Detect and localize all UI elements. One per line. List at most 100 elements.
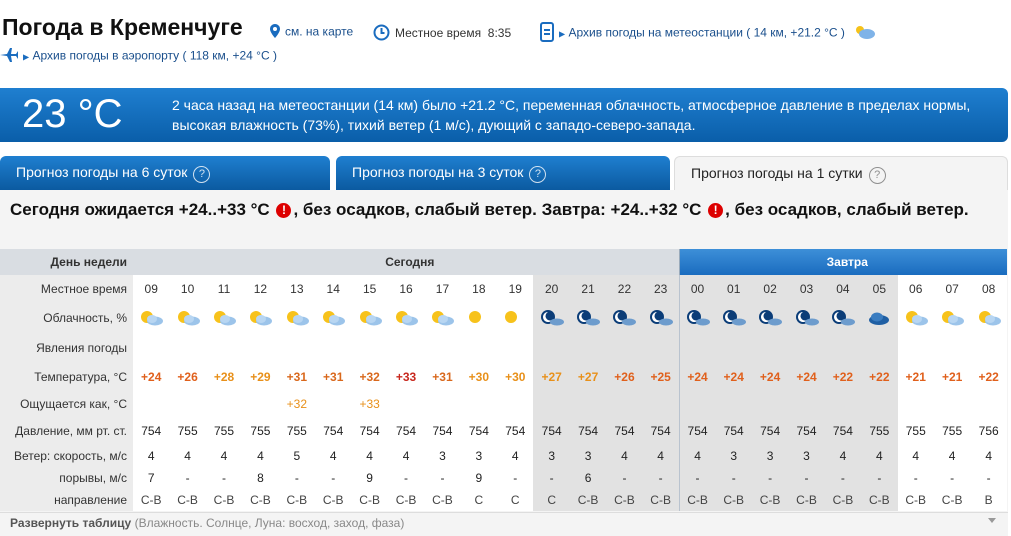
summary-today: Сегодня ожидается +24..+33 °C <box>10 200 270 219</box>
sun-cloud-icon <box>357 310 383 326</box>
archive-station-link[interactable]: ▶ Архив погоды на метеостанции ( 14 км, … <box>540 22 881 45</box>
temp-row-cell: +30 <box>460 363 498 391</box>
temp-row-cell: +29 <box>242 363 279 391</box>
phenomena-row-cell <box>897 333 934 363</box>
cloud-icon <box>866 310 892 325</box>
pressure-row-cell: 755 <box>169 417 206 445</box>
wind-row-cell: 4 <box>970 445 1007 467</box>
gusts-row-cell: 9 <box>351 467 388 489</box>
cloud-row-cell <box>606 303 643 333</box>
cloud-row-cell <box>460 303 498 333</box>
help-icon[interactable]: ? <box>529 166 547 183</box>
tab-6-days[interactable]: Прогноз погоды на 6 суток? <box>0 156 330 190</box>
wind-row: Ветер: скорость, м/с 4 4 4 4 5 4 4 4 3 3 4 3 3 4 4 4 3 3 3 4… <box>0 445 1007 467</box>
help-icon[interactable]: ? <box>193 166 211 183</box>
direction-row-cell: С-В <box>933 489 971 511</box>
feels-row-cell <box>642 391 680 417</box>
gusts-row-cell: - <box>387 467 425 489</box>
wind-row-cell: 3 <box>715 445 752 467</box>
feels-row-cell: +33 <box>351 391 388 417</box>
arrow-right-icon: ▶ <box>559 29 566 39</box>
cloud-row-cell <box>242 303 279 333</box>
feels-row-cell <box>970 391 1007 417</box>
tab-3-days[interactable]: Прогноз погоды на 3 суток? <box>336 156 670 190</box>
gusts-row-cell: - <box>642 467 680 489</box>
temp-row: Температура, °C +24 +26 +28 +29 +31 +31 +32 +33 +… <box>0 363 1007 391</box>
row-label: Ветер: скорость, м/с <box>0 445 133 467</box>
phenomena-row-cell <box>861 333 898 363</box>
temp-row-cell: +22 <box>861 363 898 391</box>
header: Погода в Кременчуге см. на карте Местное… <box>0 0 1011 80</box>
archive-airport-link[interactable]: ▶ Архив погоды в аэропорту ( 118 км, +24… <box>0 48 277 65</box>
arrow-right-icon: ▶ <box>23 52 30 62</box>
day-tomorrow: Завтра <box>678 249 1007 275</box>
phenomena-row-cell <box>424 333 461 363</box>
current-description: 2 часа назад на метеостанции (14 км) был… <box>172 97 971 133</box>
direction-row-cell: С-В <box>606 489 643 511</box>
time-row-cell: 11 <box>205 275 243 303</box>
phenomena-row-cell <box>242 333 279 363</box>
phenomena-row-cell <box>460 333 498 363</box>
gusts-row-cell: - <box>678 467 716 489</box>
cloud-row-cell <box>387 303 425 333</box>
cloud-row: Облачность, % <box>0 303 1007 333</box>
row-label: порывы, м/с <box>0 467 133 489</box>
phenomena-row-cell <box>678 333 716 363</box>
map-pin-icon <box>270 24 280 41</box>
feels-row-cell <box>133 391 170 417</box>
warning-icon[interactable]: ! <box>708 203 724 218</box>
temp-row-cell: +30 <box>497 363 534 391</box>
gusts-row-cell: - <box>933 467 971 489</box>
feels-row-cell <box>788 391 825 417</box>
temp-row-cell: +24 <box>678 363 716 391</box>
wind-row-cell: 4 <box>678 445 716 467</box>
sun-cloud-icon <box>903 310 929 326</box>
feels-row-cell <box>242 391 279 417</box>
time-row-cell: 07 <box>933 275 971 303</box>
warning-icon[interactable]: ! <box>276 203 292 218</box>
cloud-row-cell <box>861 303 898 333</box>
direction-row-cell: С <box>497 489 534 511</box>
help-icon[interactable]: ? <box>868 167 886 184</box>
direction-row-cell: С-В <box>861 489 898 511</box>
wind-row-cell: 4 <box>351 445 388 467</box>
feels-row-cell <box>205 391 243 417</box>
gusts-row-cell: - <box>751 467 789 489</box>
time-row-cell: 13 <box>278 275 316 303</box>
clock-icon <box>373 24 390 44</box>
gusts-row-cell: - <box>205 467 243 489</box>
cloud-row-cell <box>205 303 243 333</box>
pressure-row-cell: 754 <box>606 417 643 445</box>
temp-row-cell: +31 <box>278 363 316 391</box>
sun-cloud-icon <box>320 310 346 326</box>
feels-row-cell <box>897 391 934 417</box>
wind-row-cell: 4 <box>133 445 170 467</box>
wind-row-cell: 3 <box>424 445 461 467</box>
map-link[interactable]: см. на карте <box>270 24 353 41</box>
row-label: Местное время <box>0 275 133 303</box>
sun-icon <box>502 310 528 324</box>
cloud-icon <box>854 24 876 43</box>
phenomena-row-cell <box>315 333 352 363</box>
direction-row-cell: С-В <box>169 489 206 511</box>
phenomena-row-cell <box>533 333 570 363</box>
wind-row-cell: 4 <box>642 445 680 467</box>
sun-cloud-icon <box>976 310 1002 326</box>
row-label: Явления погоды <box>0 333 133 363</box>
row-label: направление <box>0 489 133 511</box>
feels-row-cell <box>387 391 425 417</box>
expand-table-bar[interactable]: Развернуть таблицу (Влажность. Солнце, Л… <box>0 512 1008 530</box>
phenomena-row-cell <box>133 333 170 363</box>
wind-row-cell: 4 <box>205 445 243 467</box>
local-time-value: 8:35 <box>487 26 512 41</box>
tab-1-day[interactable]: Прогноз погоды на 1 сутки? <box>674 156 1008 190</box>
wind-row-cell: 3 <box>569 445 607 467</box>
pressure-row: Давление, мм рт. ст. 754 755 755 755 755 754 75… <box>0 417 1007 445</box>
moon-cloud-icon <box>794 310 820 326</box>
direction-row-cell: С-В <box>715 489 752 511</box>
gusts-row-cell: 7 <box>133 467 170 489</box>
cloud-row-cell <box>642 303 680 333</box>
time-row-cell: 05 <box>861 275 898 303</box>
pressure-row-cell: 754 <box>715 417 752 445</box>
moon-cloud-icon <box>685 310 711 326</box>
